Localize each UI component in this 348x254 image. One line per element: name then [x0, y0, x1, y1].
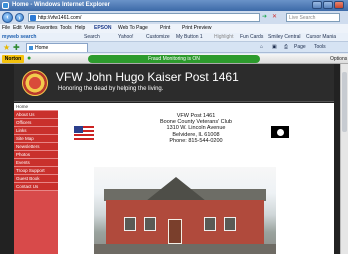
- pow-mia-flag-image: [270, 125, 290, 139]
- parking-lot: [94, 244, 276, 254]
- nav-newsletters[interactable]: Newsletters: [14, 143, 58, 151]
- norton-check-icon: ●: [27, 55, 32, 62]
- toolbar-smiley-central-button[interactable]: Smiley Central: [268, 33, 301, 42]
- print-icon[interactable]: ⎙: [284, 42, 288, 53]
- scrollbar-thumb[interactable]: [342, 72, 347, 132]
- site-favicon: [30, 15, 36, 21]
- back-arrow-icon: ‹: [6, 14, 9, 21]
- pow-mia-emblem: [277, 129, 284, 136]
- ie-icon: [2, 2, 9, 9]
- stop-icon[interactable]: ✕: [272, 13, 277, 20]
- vertical-scrollbar[interactable]: [340, 64, 348, 254]
- toolbar-highlight-button[interactable]: Highlight: [214, 33, 233, 42]
- site-banner: VFW John Hugo Kaiser Post 1461 Honoring …: [14, 64, 334, 102]
- site-title: VFW John Hugo Kaiser Post 1461: [56, 70, 239, 84]
- menu-view[interactable]: View: [24, 24, 35, 33]
- go-icon[interactable]: ➜: [262, 13, 267, 20]
- nav-about-us[interactable]: About Us: [14, 111, 58, 119]
- norton-status-bar[interactable]: Fraud Monitoring is ON: [88, 55, 260, 63]
- building-window: [124, 217, 136, 231]
- building-window: [144, 217, 156, 231]
- maximize-button[interactable]: [323, 1, 333, 9]
- myweb-toolbar: myweb search Search Yahoo! Customize My …: [0, 33, 348, 42]
- feeds-icon[interactable]: ▣: [272, 42, 277, 53]
- post-building-photo: [94, 167, 276, 254]
- tab-label: Home: [35, 45, 49, 51]
- building-window: [224, 217, 236, 231]
- epson-print-button[interactable]: Print: [160, 24, 170, 33]
- favorites-star-icon[interactable]: ★: [3, 42, 10, 53]
- add-favorites-icon[interactable]: ✚: [13, 42, 20, 53]
- nav-officers[interactable]: Officers: [14, 119, 58, 127]
- norton-logo: Norton: [2, 55, 24, 63]
- tools-menu[interactable]: Tools: [314, 42, 326, 53]
- myweb-search-logo: myweb search: [2, 34, 37, 40]
- menu-help[interactable]: Help: [75, 24, 85, 33]
- norton-toolbar: Norton ● Fraud Monitoring is ON Options: [0, 54, 348, 64]
- home-icon[interactable]: ⌂: [260, 42, 263, 53]
- web-to-page-button[interactable]: Web To Page: [118, 24, 148, 33]
- nav-site-map[interactable]: Site Map: [14, 135, 58, 143]
- toolbar-customize-button[interactable]: Customize: [146, 33, 170, 42]
- menu-edit[interactable]: Edit: [13, 24, 22, 33]
- us-flag-image: [74, 126, 94, 140]
- tab-home[interactable]: Home: [26, 43, 88, 52]
- site-subtitle: Honoring the dead by helping the living.: [58, 86, 164, 92]
- forward-arrow-icon: ›: [18, 15, 21, 22]
- nav-troop-support[interactable]: Troop Support: [14, 167, 58, 175]
- toolbar-cursor-mania-button[interactable]: Cursor Mania: [306, 33, 336, 42]
- title-bar: Home - Windows Internet Explorer: [0, 0, 348, 11]
- address-line: Phone: 815-544-0200: [169, 137, 223, 144]
- url-input[interactable]: http://vfw1461.com/: [28, 13, 260, 22]
- web-page: VFW John Hugo Kaiser Post 1461 Honoring …: [0, 64, 348, 254]
- live-search-input[interactable]: Live Search: [286, 13, 340, 22]
- tab-favicon: [29, 46, 33, 50]
- print-preview-button[interactable]: Print Preview: [182, 24, 211, 33]
- nav-links[interactable]: Links: [14, 127, 58, 135]
- building-door: [168, 219, 182, 244]
- site-nav: Home About Us Officers Links Site Map Ne…: [14, 103, 58, 254]
- nav-photos[interactable]: Photos: [14, 151, 58, 159]
- toolbar-my-button[interactable]: My Button 1: [176, 33, 203, 42]
- browser-window: Home - Windows Internet Explorer ‹ › htt…: [0, 0, 348, 254]
- nav-contact-us[interactable]: Contact Us: [14, 183, 58, 191]
- back-button[interactable]: ‹: [2, 12, 13, 23]
- menu-bar: File Edit View Favorites Tools Help EPSO…: [0, 24, 348, 33]
- page-menu[interactable]: Page: [294, 42, 306, 53]
- minimize-button[interactable]: [312, 1, 322, 9]
- search-placeholder: Live Search: [289, 15, 316, 21]
- window-title: Home - Windows Internet Explorer: [12, 2, 110, 8]
- norton-options-button[interactable]: Options: [330, 54, 347, 64]
- nav-events[interactable]: Events: [14, 159, 58, 167]
- menu-file[interactable]: File: [2, 24, 10, 33]
- building-gable: [146, 177, 206, 201]
- close-button[interactable]: [334, 1, 344, 9]
- menu-favorites[interactable]: Favorites: [37, 24, 58, 33]
- epson-logo: EPSON: [94, 25, 112, 31]
- building-window: [204, 217, 216, 231]
- toolbar-fun-cards-button[interactable]: Fun Cards: [240, 33, 263, 42]
- post-address: VFW Post 1461 Boone County Veterans' Clu…: [130, 113, 262, 144]
- vfw-seal-logo: [22, 70, 48, 96]
- menu-tools[interactable]: Tools: [60, 24, 72, 33]
- us-flag-canton: [74, 126, 83, 133]
- nav-guest-book[interactable]: Guest Book: [14, 175, 58, 183]
- address-toolbar: ‹ › http://vfw1461.com/ ➜ ✕ Live Search: [0, 11, 348, 24]
- url-text: http://vfw1461.com/: [38, 15, 82, 21]
- tab-bar: ★ ✚ Home ⌂ ▣ ⎙ Page Tools: [0, 42, 348, 53]
- toolbar-search-button[interactable]: Search: [84, 33, 100, 42]
- toolbar-yahoo-button[interactable]: Yahoo!: [118, 33, 133, 42]
- main-content: VFW Post 1461 Boone County Veterans' Clu…: [58, 103, 334, 254]
- nav-home[interactable]: Home: [14, 103, 58, 111]
- forward-button[interactable]: ›: [15, 13, 24, 22]
